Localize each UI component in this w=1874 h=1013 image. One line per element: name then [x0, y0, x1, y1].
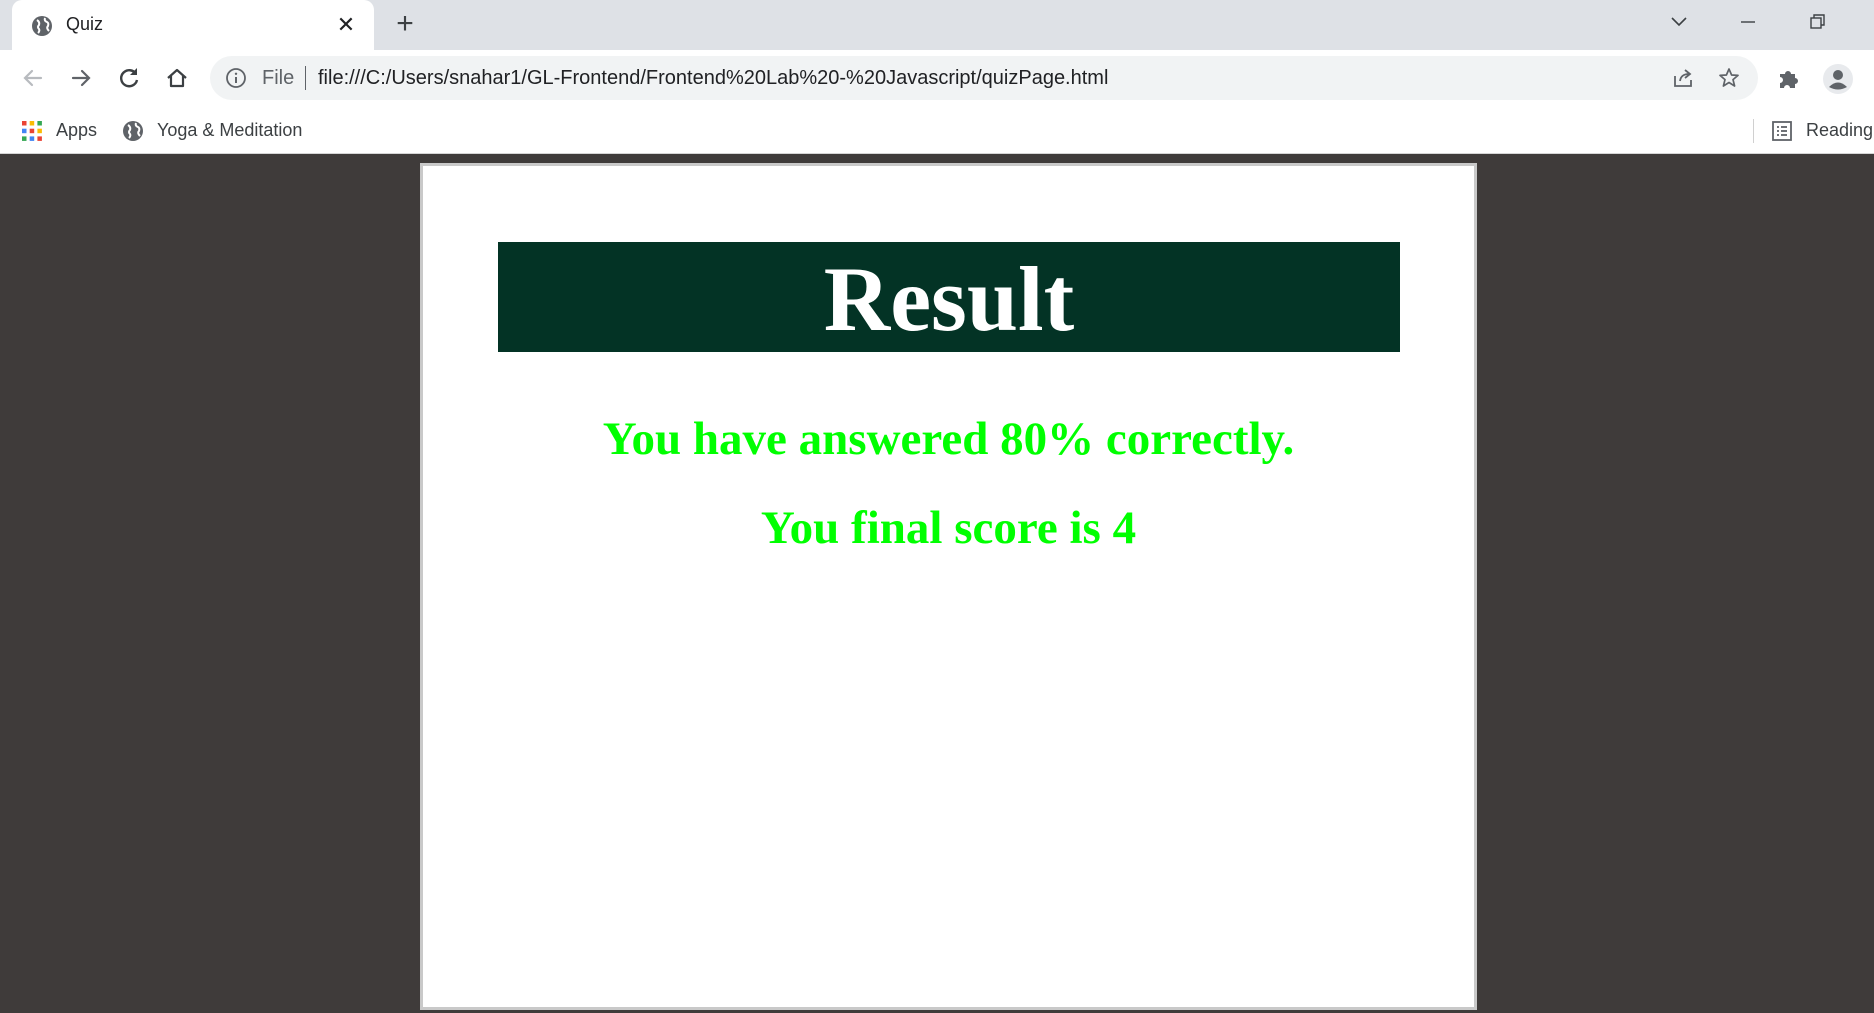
reading-list-button[interactable]: Reading — [1771, 107, 1873, 154]
apps-grid-icon — [22, 120, 42, 141]
tab-close-icon[interactable]: ✕ — [334, 13, 358, 37]
bookmark-yoga-label: Yoga & Meditation — [157, 120, 303, 140]
bookmarks-divider — [1753, 119, 1754, 143]
globe-icon — [123, 120, 143, 141]
reload-icon[interactable] — [115, 64, 143, 92]
forward-arrow-icon[interactable] — [67, 64, 95, 92]
tab-search-chevron-icon[interactable] — [1664, 10, 1694, 34]
site-scheme-label: File — [262, 67, 295, 89]
result-banner: Result — [498, 242, 1400, 352]
percent-correct-text: You have answered 80% correctly. — [602, 413, 1295, 465]
bookmarks-bar: Apps Yoga & Meditation Reading — [0, 107, 1874, 154]
tab-title: Quiz — [66, 14, 104, 34]
reading-list-label: Reading — [1806, 120, 1874, 140]
final-score-text: You final score is 4 — [760, 502, 1137, 554]
extensions-puzzle-icon[interactable] — [1776, 66, 1802, 92]
page-title: Result — [823, 248, 1075, 350]
share-icon[interactable] — [1671, 66, 1695, 90]
home-icon[interactable] — [163, 64, 191, 92]
browser-toolbar: File file:///C:/Users/snahar1/GL-Fronten… — [0, 50, 1874, 107]
reading-list-icon — [1772, 120, 1792, 141]
new-tab-button[interactable]: + — [391, 9, 419, 39]
bookmark-apps-label: Apps — [56, 120, 98, 140]
url-text[interactable]: file:///C:/Users/snahar1/GL-Frontend/Fro… — [318, 67, 1108, 90]
bookmark-star-icon[interactable] — [1717, 66, 1741, 90]
tab-strip: Quiz ✕ + — [0, 0, 1874, 50]
minimize-icon[interactable] — [1733, 10, 1763, 34]
address-bar[interactable]: File file:///C:/Users/snahar1/GL-Fronten… — [210, 56, 1758, 100]
globe-icon — [32, 16, 52, 36]
bookmark-apps[interactable]: Apps — [21, 107, 97, 154]
address-separator — [305, 66, 306, 90]
back-arrow-icon[interactable] — [19, 64, 47, 92]
restore-window-icon[interactable] — [1802, 10, 1832, 34]
info-icon[interactable] — [225, 67, 247, 89]
bookmark-yoga-meditation[interactable]: Yoga & Meditation — [122, 107, 302, 154]
profile-avatar-icon[interactable] — [1822, 63, 1854, 95]
quiz-result-panel: Result You have answered 80% correctly. … — [420, 163, 1477, 1010]
browser-tab[interactable]: Quiz ✕ — [12, 0, 374, 50]
